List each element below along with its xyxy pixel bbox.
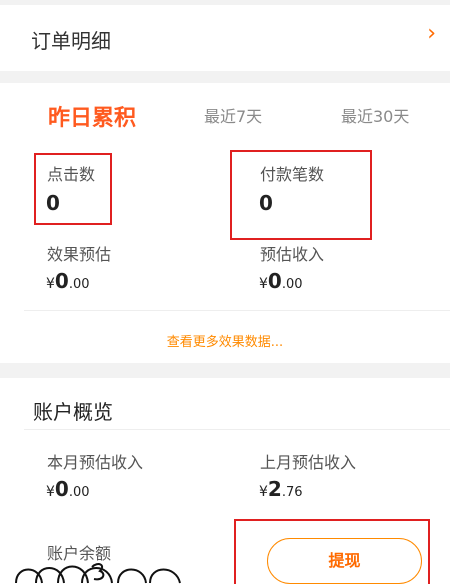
- amount-decimal: .76: [281, 485, 303, 500]
- effect-estimate-label: 效果预估: [47, 245, 112, 264]
- chevron-right-icon: ›: [427, 21, 436, 46]
- amount-integer: 0: [54, 477, 69, 501]
- tab-last-7-days[interactable]: 最近7天: [204, 103, 262, 127]
- account-overview-title: 账户概览: [33, 400, 113, 424]
- amount-integer: 0: [54, 269, 69, 293]
- amount-decimal: .00: [68, 485, 90, 500]
- page: 订单明细 › 昨日累积 最近7天 最近30天 点击数 0 付款笔数 0 效果预估…: [0, 0, 450, 584]
- payments-value: 0: [259, 191, 273, 215]
- order-detail-title: 订单明细: [31, 29, 111, 53]
- this-month-income-value: ¥0.00: [46, 477, 90, 501]
- currency-symbol: ¥: [46, 484, 55, 500]
- tab-last-30-days[interactable]: 最近30天: [341, 103, 409, 127]
- effect-estimate-value: ¥0.00: [46, 269, 90, 293]
- amount-integer: 0: [267, 269, 282, 293]
- clicks-value: 0: [46, 191, 60, 215]
- divider: [24, 310, 450, 311]
- currency-symbol: ¥: [46, 276, 55, 292]
- withdraw-button[interactable]: 提现: [267, 538, 422, 584]
- amount-decimal: .00: [68, 277, 90, 292]
- clicks-label: 点击数: [47, 165, 96, 184]
- more-effect-data-link[interactable]: 查看更多效果数据...: [0, 331, 450, 350]
- last-month-income-label: 上月预估收入: [260, 453, 357, 472]
- currency-symbol: ¥: [259, 276, 268, 292]
- divider: [24, 429, 450, 430]
- stats-card: 昨日累积 最近7天 最近30天 点击数 0 付款笔数 0 效果预估 ¥0.00 …: [0, 83, 450, 363]
- estimated-income-value: ¥0.00: [259, 269, 303, 293]
- redaction-scribble: [15, 563, 181, 584]
- last-month-income-value: ¥2.76: [259, 477, 303, 501]
- currency-symbol: ¥: [259, 484, 268, 500]
- amount-integer: 2: [267, 477, 282, 501]
- payments-label: 付款笔数: [260, 165, 325, 184]
- amount-decimal: .00: [281, 277, 303, 292]
- estimated-income-label: 预估收入: [260, 245, 325, 264]
- tab-yesterday[interactable]: 昨日累积: [48, 100, 136, 132]
- this-month-income-label: 本月预估收入: [47, 453, 144, 472]
- order-detail-row[interactable]: 订单明细 ›: [0, 5, 450, 71]
